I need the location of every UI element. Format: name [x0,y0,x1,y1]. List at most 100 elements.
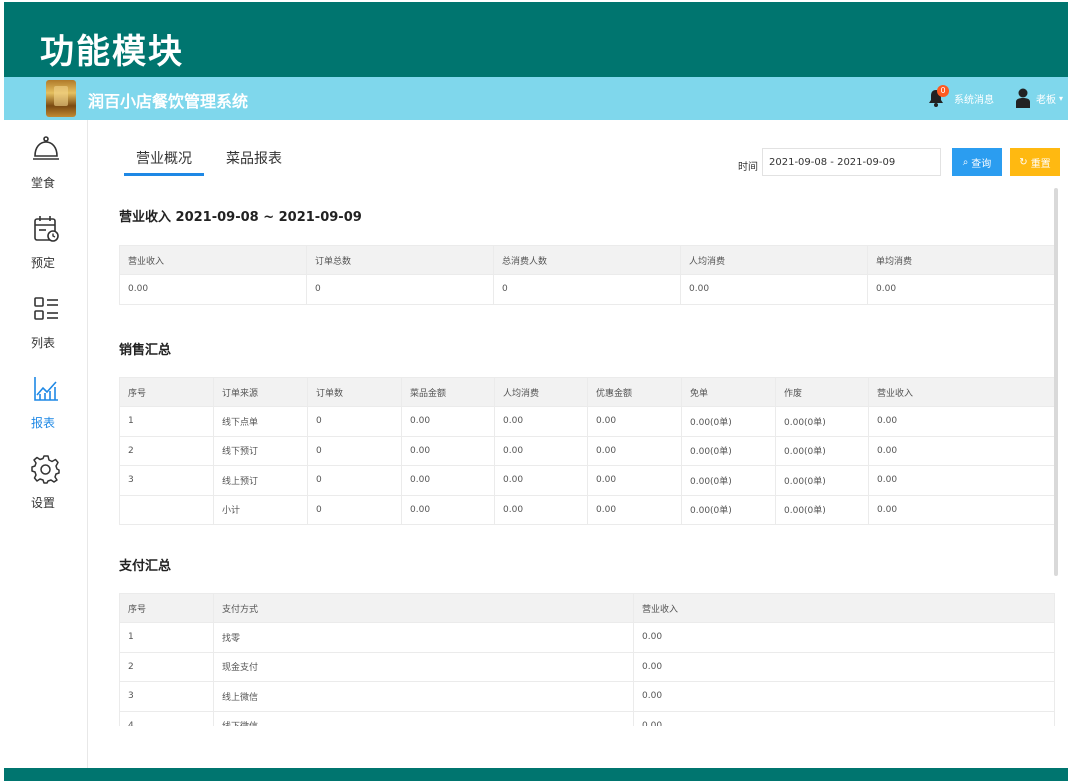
table-cell: 4 [119,710,214,726]
table-cell: 0.00 [401,406,495,437]
vertical-scrollbar[interactable] [1054,188,1058,576]
column-header: 营业收入 [868,377,1055,407]
column-header: 序号 [119,377,214,407]
table-cell: 0.00 [494,406,588,437]
sidebar-item-dine-in[interactable]: 堂食 [4,134,88,206]
table-cell: 0.00 [119,274,307,305]
column-header: 人均消费 [494,377,588,407]
sidebar: 堂食 预定 列表 报表 设置 [4,120,88,768]
table-cell: 0.00 [633,651,1055,682]
sidebar-item-label: 堂食 [30,176,55,190]
sales-summary-table: 序号 订单来源 订单数 菜品金额 人均消费 优惠金额 免单 作废 营业收入 1 线下点单 0 0.00 0… [119,377,1055,525]
column-header: 订单数 [307,377,402,407]
main-content: 营业概况 菜品报表 时间 ⌕查询 ↻重置 营业收入 2021-09-08 ~ 2… [88,120,1068,768]
column-header: 单均消费 [867,245,1055,275]
table-cell: 0.00(0单) [681,494,776,525]
table-header-row: 营业收入 订单总数 总消费人数 人均消费 单均消费 [119,245,1055,275]
message-count-badge: 0 [937,85,949,97]
table-cell: 0 [307,465,402,496]
chevron-down-icon[interactable]: ▾ [1059,94,1063,103]
table-cell: 0.00 [587,465,682,496]
table-cell: 0.00(0单) [775,435,869,466]
table-cell: 0.00 [494,465,588,496]
sidebar-item-label: 报表 [30,416,55,430]
sidebar-item-label: 设置 [30,496,55,510]
column-header: 营业收入 [633,593,1055,623]
app-header-bar: 润百小店餐饮管理系统 0 系统消息 老板 ▾ [4,77,1068,120]
table-cell: 0.00 [587,494,682,525]
table-cell: 0.00(0单) [681,435,776,466]
table-cell: 0 [307,435,402,466]
app-logo[interactable] [46,80,76,117]
gear-icon [31,455,60,484]
table-cell: 0.00 [633,710,1055,726]
table-cell: 1 [119,622,214,653]
table-cell: 0.00 [587,406,682,437]
revenue-section-title: 营业收入 2021-09-08 ~ 2021-09-09 [119,210,362,225]
user-icon [1016,88,1030,108]
user-menu[interactable]: 老板 ▾ [1016,83,1063,113]
sidebar-item-label: 预定 [30,256,55,270]
user-name[interactable]: 老板 [1036,91,1056,106]
table-header-row: 序号 支付方式 营业收入 [119,593,1055,623]
table-row: 3 线上预订 0 0.00 0.00 0.00 0.00(0单) 0.00(0单) 0.00 [119,465,1055,496]
table-row: 3 线上微信 0.00 [119,681,1055,712]
table-cell: 2 [119,651,214,682]
sidebar-item-reservation[interactable]: 预定 [4,214,88,286]
table-row: 2 现金支付 0.00 [119,651,1055,682]
calendar-clock-icon [34,216,59,242]
column-header: 总消费人数 [493,245,681,275]
table-cell: 0.00(0单) [681,465,776,496]
table-cell: 3 [119,465,214,496]
column-header: 营业收入 [119,245,307,275]
table-row: 0.00 0 0 0.00 0.00 [119,274,1055,305]
table-cell: 线下点单 [213,406,308,437]
column-header: 序号 [119,593,214,623]
system-messages-label[interactable]: 系统消息 [954,91,994,106]
table-cell: 0.00 [633,681,1055,712]
table-cell: 0.00 [494,435,588,466]
table-row: 4线下微信0.00 [119,710,1055,726]
table-cell: 0.00(0单) [775,406,869,437]
list-icon [34,297,58,320]
column-header: 菜品金额 [401,377,495,407]
table-cell: 线下预订 [213,435,308,466]
column-header: 支付方式 [213,593,634,623]
bell-icon[interactable]: 0 [928,85,949,109]
service-bell-icon [33,136,59,160]
sidebar-item-list[interactable]: 列表 [4,294,88,366]
slide-frame: 功能模块 润百小店餐饮管理系统 0 系统消息 老板 ▾ 堂食 预定 列表 报表 … [0,0,1072,781]
sidebar-item-reports[interactable]: 报表 [4,374,88,446]
table-row: 2 线下预订 0 0.00 0.00 0.00 0.00(0单) 0.00(0单) 0.00 [119,435,1055,466]
slide-header: 功能模块 [4,2,1068,77]
system-messages[interactable]: 0 系统消息 [928,83,994,113]
table-cell: 线上预订 [213,465,308,496]
column-header: 作废 [775,377,869,407]
sidebar-item-settings[interactable]: 设置 [4,454,88,526]
table-cell: 现金支付 [213,651,634,682]
table-cell: 0 [493,274,681,305]
sidebar-item-label: 列表 [30,336,55,350]
payment-section-title: 支付汇总 [119,559,172,574]
column-header: 免单 [681,377,776,407]
table-cell: 0.00(0单) [681,406,776,437]
table-cell: 1 [119,406,214,437]
table-cell: 0.00 [401,494,495,525]
table-cell: 0.00 [867,274,1055,305]
table-cell: 0 [306,274,494,305]
sales-section-title: 销售汇总 [119,343,172,358]
report-scroll-area[interactable]: 营业收入 2021-09-08 ~ 2021-09-09 营业收入 订单总数 总… [88,120,1068,726]
table-cell: 小计 [213,494,308,525]
table-cell: 线下微信 [213,710,634,726]
table-row: 小计 0 0.00 0.00 0.00 0.00(0单) 0.00(0单) 0.00 [119,494,1055,525]
table-cell: 0.00 [633,622,1055,653]
column-header: 人均消费 [680,245,868,275]
chart-icon [34,377,58,401]
column-header: 优惠金额 [587,377,682,407]
table-cell: 0.00(0单) [775,494,869,525]
table-cell: 3 [119,681,214,712]
table-cell: 2 [119,435,214,466]
table-cell: 0.00 [680,274,868,305]
table-cell: 0.00 [868,435,1055,466]
table-cell [119,494,214,525]
